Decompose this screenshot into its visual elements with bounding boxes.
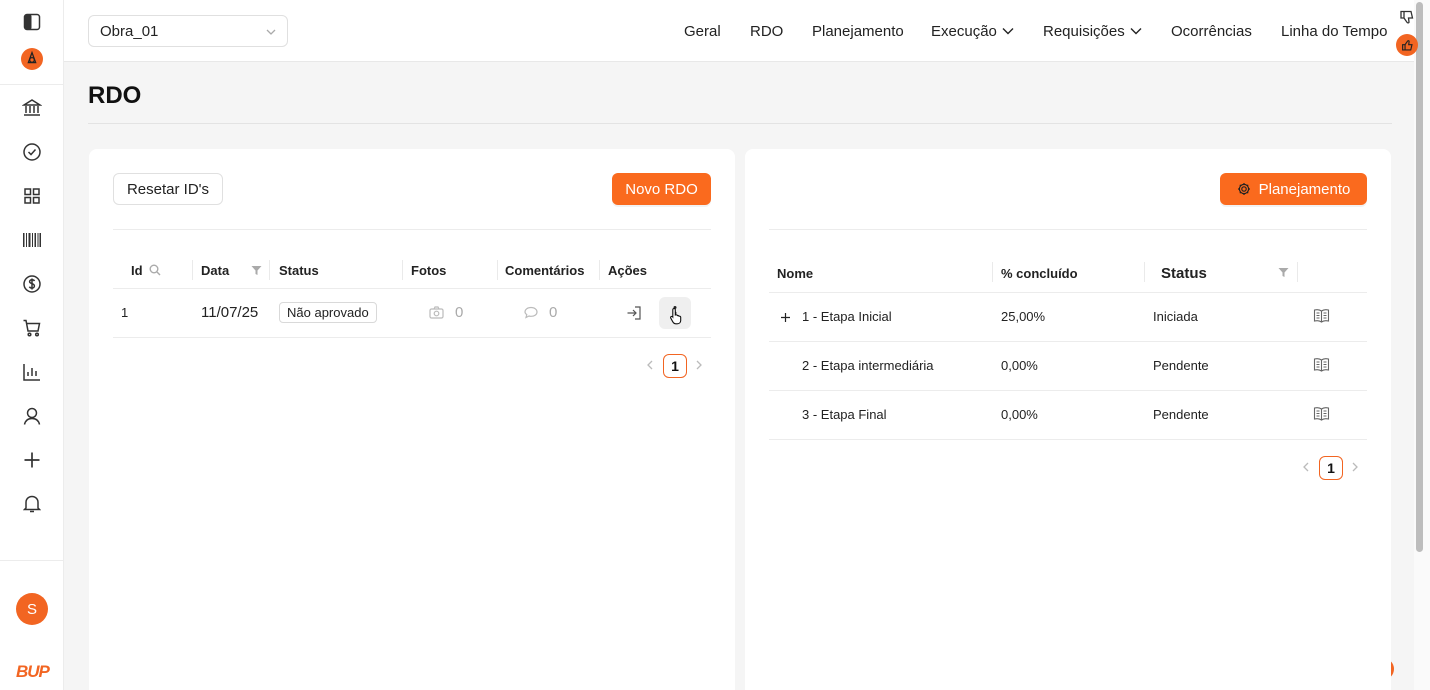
cell-status: Pendente — [1153, 407, 1209, 422]
page-number[interactable]: 1 — [1319, 456, 1343, 480]
col-header-status: Status — [279, 263, 319, 278]
reset-ids-button[interactable]: Resetar ID's — [113, 173, 223, 205]
project-select-value: Obra_01 — [100, 22, 159, 40]
nav-ocorrencias[interactable]: Ocorrências — [1171, 0, 1252, 62]
col-header-comentarios: Comentários — [505, 263, 585, 278]
chevron-down-icon — [265, 26, 277, 38]
cell-nome: 3 - Etapa Final — [802, 407, 887, 422]
nav-linha-do-tempo[interactable]: Linha do Tempo — [1281, 0, 1387, 62]
avatar[interactable]: S — [16, 593, 48, 625]
cell-comentarios-count: 0 — [549, 304, 558, 321]
page-title: RDO — [88, 82, 142, 109]
cell-fotos-count: 0 — [455, 304, 464, 321]
project-select[interactable]: Obra_01 — [88, 15, 288, 47]
grid-icon[interactable] — [21, 185, 43, 207]
gear-icon — [1237, 182, 1251, 196]
cell-nome: 2 - Etapa intermediária — [802, 358, 934, 373]
cell-percent: 25,00% — [1001, 309, 1046, 324]
nav-execucao[interactable]: Execução — [931, 0, 1015, 62]
dollar-circle-icon[interactable] — [21, 273, 43, 295]
col-header-nome: Nome — [777, 266, 814, 281]
book-icon[interactable] — [1313, 308, 1330, 323]
brand-logo: BUP — [16, 662, 50, 681]
avatar-initial: S — [26, 600, 37, 618]
nav-label: Geral — [684, 22, 721, 40]
toggle-sidebar-icon[interactable] — [21, 11, 43, 33]
nav-label: Linha do Tempo — [1281, 22, 1388, 40]
app-logo-icon[interactable] — [21, 48, 43, 70]
nav-requisicoes[interactable]: Requisições — [1043, 0, 1143, 62]
filter-icon[interactable] — [1278, 267, 1289, 278]
comment-icon — [524, 306, 538, 319]
cell-percent: 0,00% — [1001, 358, 1038, 373]
nav-label: Execução — [931, 22, 997, 40]
status-badge: Não aprovado — [279, 302, 377, 323]
user-icon[interactable] — [21, 405, 43, 427]
chevron-down-icon — [1129, 24, 1143, 38]
nav-geral[interactable]: Geral — [684, 0, 721, 62]
page-number[interactable]: 1 — [663, 354, 687, 378]
bar-chart-icon[interactable] — [21, 361, 43, 383]
col-header-status: Status — [1161, 265, 1207, 282]
sign-in-icon[interactable] — [626, 305, 642, 321]
new-rdo-button[interactable]: Novo RDO — [612, 173, 711, 205]
cursor-hand-icon — [669, 307, 685, 325]
cell-id: 1 — [121, 305, 129, 320]
barcode-icon[interactable] — [21, 229, 43, 251]
cell-nome: 1 - Etapa Inicial — [802, 309, 892, 324]
cell-status: Pendente — [1153, 358, 1209, 373]
divider — [88, 123, 1392, 124]
nav-planejamento[interactable]: Planejamento — [812, 0, 904, 62]
cell-data: 11/07/25 — [201, 304, 259, 321]
camera-icon — [429, 306, 444, 319]
search-icon[interactable] — [149, 264, 161, 276]
bank-icon[interactable] — [21, 97, 43, 119]
col-header-fotos: Fotos — [411, 263, 447, 278]
nav-label: Requisições — [1043, 22, 1125, 40]
expand-row-icon[interactable] — [780, 312, 791, 323]
rdo-list-card: Resetar ID's Novo RDO Id Data Status Fot… — [89, 149, 735, 690]
nav-label: Planejamento — [812, 22, 904, 40]
planning-card: Planejamento Nome % concluído Status 1 -… — [745, 149, 1391, 690]
check-circle-icon[interactable] — [21, 141, 43, 163]
cart-icon[interactable] — [21, 317, 43, 339]
prev-page-icon[interactable] — [1302, 462, 1310, 472]
chevron-down-icon — [1001, 24, 1015, 38]
nav-rdo[interactable]: RDO — [750, 0, 783, 62]
thumbs-down-icon[interactable] — [1399, 9, 1415, 25]
scrollbar-thumb[interactable] — [1416, 2, 1423, 552]
next-page-icon[interactable] — [695, 360, 703, 370]
col-header-id: Id — [131, 263, 143, 278]
col-header-percent: % concluído — [1001, 266, 1078, 281]
next-page-icon[interactable] — [1351, 462, 1359, 472]
cell-status: Iniciada — [1153, 309, 1198, 324]
button-label: Resetar ID's — [126, 180, 210, 198]
book-icon[interactable] — [1313, 357, 1330, 372]
bell-icon[interactable] — [21, 493, 43, 515]
nav-label: RDO — [750, 22, 784, 40]
cell-percent: 0,00% — [1001, 407, 1038, 422]
sidebar: S BUP — [0, 0, 64, 690]
planning-button[interactable]: Planejamento — [1220, 173, 1367, 205]
plus-icon[interactable] — [21, 449, 43, 471]
col-header-data: Data — [201, 263, 230, 278]
button-label: Novo RDO — [625, 180, 698, 198]
prev-page-icon[interactable] — [646, 360, 654, 370]
book-icon[interactable] — [1313, 406, 1330, 421]
nav-label: Ocorrências — [1171, 22, 1252, 40]
button-label: Planejamento — [1258, 180, 1351, 198]
thumbs-up-icon[interactable] — [1396, 34, 1418, 56]
filter-icon[interactable] — [251, 265, 262, 276]
col-header-acoes: Ações — [608, 263, 648, 278]
